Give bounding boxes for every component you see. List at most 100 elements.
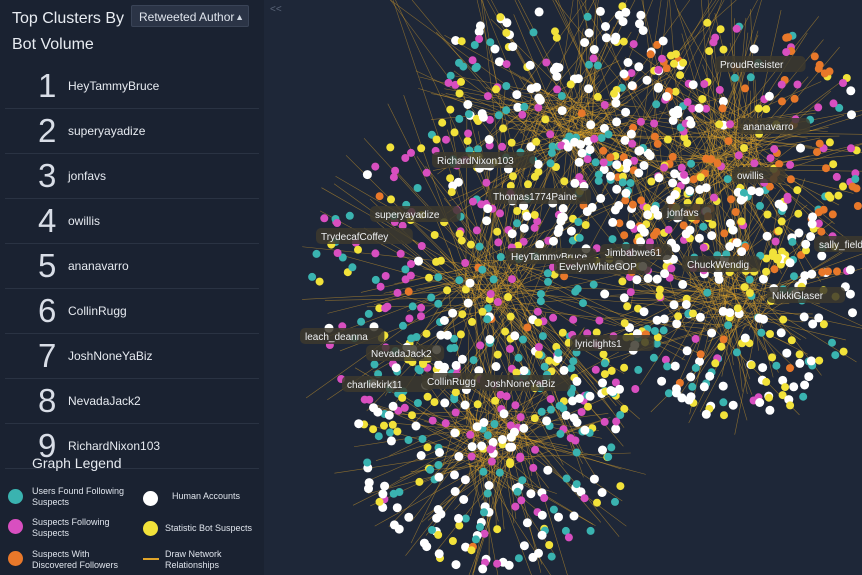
network-graph[interactable]: ProudResister ananavarro RichardNixon103 ow… — [264, 0, 862, 575]
graph-node — [553, 228, 563, 237]
graph-node — [570, 178, 580, 188]
graph-node — [824, 267, 832, 276]
node-label: JoshNoneYaBiz — [480, 375, 571, 391]
graph-node — [620, 319, 629, 328]
cluster-rank: 6 — [38, 292, 57, 329]
graph-node — [616, 411, 625, 419]
graph-node — [546, 395, 555, 403]
legend-suspects-following: Suspects Following Suspects — [32, 517, 110, 538]
graph-node — [580, 425, 590, 435]
graph-node — [775, 160, 784, 169]
graph-node — [612, 184, 622, 194]
graph-node — [530, 211, 539, 219]
graph-node — [826, 193, 835, 202]
graph-node — [549, 236, 558, 246]
graph-node — [653, 210, 663, 220]
cluster-grouping-select[interactable]: Retweeted Author ▲ — [131, 5, 249, 27]
graph-node — [616, 482, 625, 491]
cluster-row[interactable]: 2 superyayadize — [5, 109, 259, 154]
cluster-name: HeyTammyBruce — [68, 79, 160, 93]
legend-human: Human Accounts — [172, 491, 241, 501]
graph-node — [705, 371, 715, 381]
graph-node — [639, 307, 649, 317]
graph-node — [699, 243, 708, 252]
graph-node — [315, 277, 324, 286]
graph-node — [572, 480, 581, 489]
graph-node — [432, 257, 441, 266]
cluster-row[interactable]: 7 JoshNoneYaBiz — [5, 334, 259, 379]
graph-node — [448, 537, 457, 545]
cluster-row[interactable]: 6 CollinRugg — [5, 289, 259, 334]
graph-node — [438, 118, 447, 127]
graph-node — [672, 319, 682, 329]
graph-node — [719, 45, 728, 54]
graph-node — [711, 359, 720, 368]
graph-node — [626, 288, 635, 297]
graph-node — [621, 188, 631, 198]
graph-node — [696, 350, 705, 359]
graph-node — [514, 353, 523, 362]
graph-node — [657, 376, 667, 386]
graph-node — [601, 33, 611, 43]
graph-node — [619, 293, 629, 303]
graph-node — [506, 344, 514, 353]
graph-node — [519, 541, 529, 551]
graph-node — [483, 92, 492, 101]
graph-node — [461, 514, 470, 523]
graph-node — [776, 328, 786, 338]
graph-node — [469, 197, 477, 206]
graph-node — [542, 416, 552, 426]
graph-node — [762, 267, 771, 276]
graph-node — [512, 90, 522, 100]
cluster-row[interactable]: 4 owillis — [5, 199, 259, 244]
graph-node — [569, 315, 578, 324]
graph-node — [540, 494, 549, 502]
graph-node — [829, 99, 838, 108]
graph-node — [698, 95, 707, 103]
cluster-list: 1 HeyTammyBruce 2 superyayadize 3 jonfavs 4… — [5, 64, 259, 469]
graph-node — [772, 361, 781, 370]
cluster-row[interactable]: 5 ananavarro — [5, 244, 259, 289]
graph-node — [695, 312, 705, 322]
graph-node — [508, 275, 516, 284]
graph-node — [439, 316, 449, 325]
graph-node — [777, 80, 786, 89]
graph-node — [564, 533, 573, 542]
graph-node — [747, 361, 756, 369]
magenta-dot-icon — [8, 519, 23, 534]
relationship-edge — [388, 438, 476, 527]
graph-node — [471, 535, 480, 544]
graph-node — [371, 249, 380, 258]
graph-node — [364, 478, 374, 488]
graph-node — [788, 237, 797, 246]
cluster-row[interactable]: 8 NevadaJack2 — [5, 379, 259, 424]
graph-node — [434, 360, 444, 370]
graph-node — [652, 274, 662, 284]
graph-node — [469, 356, 478, 365]
graph-node — [716, 25, 725, 34]
graph-node — [737, 247, 747, 257]
graph-node — [672, 50, 680, 59]
cluster-row[interactable]: 1 HeyTammyBruce — [5, 64, 259, 109]
graph-node — [654, 173, 664, 183]
graph-node — [689, 309, 697, 318]
cluster-row[interactable]: 3 jonfavs — [5, 154, 259, 199]
node-label: ProudResister — [715, 56, 806, 72]
graph-node — [511, 401, 520, 410]
graph-node — [770, 145, 779, 154]
graph-node — [444, 78, 453, 87]
graph-node — [493, 350, 502, 359]
graph-node — [715, 85, 724, 94]
graph-node — [345, 211, 354, 220]
graph-node — [793, 80, 802, 89]
graph-node — [375, 192, 384, 201]
graph-node — [398, 393, 407, 402]
graph-node — [546, 159, 555, 168]
graph-node — [563, 142, 573, 152]
graph-node — [694, 103, 704, 113]
graph-node — [389, 489, 398, 498]
graph-node — [404, 287, 413, 296]
graph-node — [650, 119, 659, 128]
graph-node — [799, 392, 808, 401]
graph-node — [446, 71, 455, 80]
